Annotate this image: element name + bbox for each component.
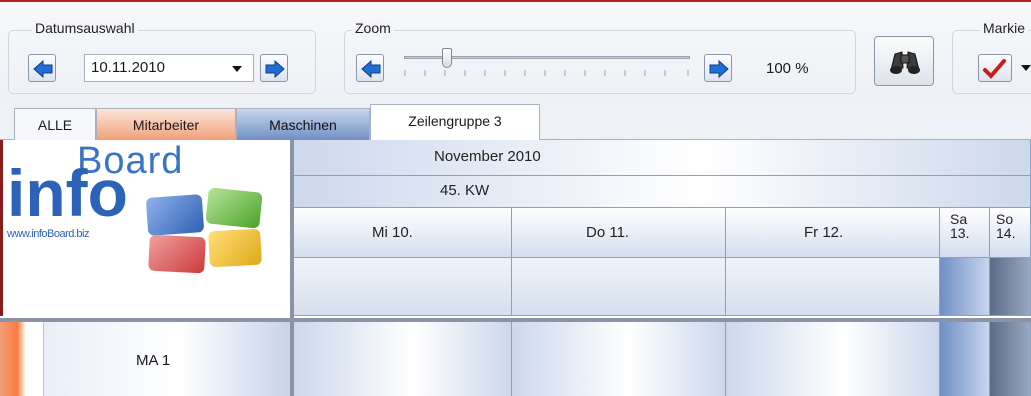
logo-tile-red [148, 234, 206, 274]
day-label: So 14. [996, 211, 1016, 241]
cell-so-14[interactable] [990, 322, 1031, 396]
week-band: 45. KW [294, 176, 1031, 208]
binoculars-icon [890, 51, 920, 74]
day-header-so-14[interactable]: So 14. [990, 208, 1031, 258]
week-label: 45. KW [440, 182, 490, 199]
logo-word-info: info [7, 156, 128, 230]
cell-do-11[interactable] [512, 322, 726, 396]
zoom-slider-thumb[interactable] [441, 48, 452, 68]
day-header-sa-13[interactable]: Sa 13. [940, 208, 990, 258]
month-label: November 2010 [434, 148, 541, 165]
zoom-out-button[interactable] [356, 54, 384, 82]
arrow-right-icon [265, 59, 285, 79]
zoom-slider[interactable] [398, 44, 694, 88]
day-subheader-sa-13 [940, 258, 990, 316]
next-date-button[interactable] [260, 54, 288, 82]
mark-label: Markie [980, 20, 1029, 36]
logo-panel: Board info www.infoBoard.biz [0, 140, 290, 316]
day-subheader-so-14 [990, 258, 1031, 316]
zoom-percent: 100 % [766, 60, 809, 77]
logo-tile-green [205, 187, 263, 229]
day-label: Do 11. [586, 224, 630, 241]
month-band: November 2010 [294, 140, 1031, 176]
day-header-mi-10[interactable]: Mi 10. [294, 208, 512, 258]
dropdown-arrow-icon[interactable] [231, 65, 243, 73]
previous-date-button[interactable] [28, 54, 56, 82]
calendar-header: November 2010 45. KW Mi 10. Do 11. Fr 12… [290, 140, 1031, 320]
row-cells [290, 322, 1031, 396]
logo-tile-yellow [208, 228, 262, 268]
dropdown-arrow-icon[interactable] [1020, 64, 1031, 72]
date-selection-label: Datumsauswahl [32, 20, 138, 36]
tab-maschinen[interactable]: Maschinen [236, 108, 370, 140]
tab-alle[interactable]: ALLE [14, 108, 96, 140]
mark-button[interactable] [978, 54, 1012, 82]
day-label: Sa 13. [950, 211, 970, 241]
day-subheader-mi-10 [294, 258, 512, 316]
logo-url: www.infoBoard.biz [7, 228, 90, 240]
day-subheader-fr-12 [726, 258, 940, 316]
row-header-ma-1[interactable]: MA 1 [44, 322, 290, 396]
zoom-in-button[interactable] [704, 54, 732, 82]
day-subheader-do-11 [512, 258, 726, 316]
date-value: 10.11.2010 [91, 59, 165, 76]
cell-mi-10[interactable] [294, 322, 512, 396]
logo-tile-blue [145, 194, 205, 236]
arrow-left-icon [33, 59, 53, 79]
arrow-left-icon [361, 59, 381, 79]
day-header-fr-12[interactable]: Fr 12. [726, 208, 940, 258]
zoom-label: Zoom [352, 20, 394, 36]
zoom-slider-ticks [404, 70, 689, 76]
tab-mitarbeiter[interactable]: Mitarbeiter [96, 108, 236, 140]
row-label: MA 1 [136, 352, 171, 369]
day-label: Mi 10. [372, 224, 413, 241]
tab-zeilengruppe-3[interactable]: Zeilengruppe 3 [370, 104, 540, 142]
date-picker[interactable]: 10.11.2010 [84, 54, 254, 82]
row-marker [0, 322, 44, 396]
day-label: Fr 12. [804, 224, 844, 241]
cell-sa-13[interactable] [940, 322, 990, 396]
arrow-right-icon [709, 59, 729, 79]
cell-fr-12[interactable] [726, 322, 940, 396]
search-button[interactable] [874, 36, 934, 86]
day-header-do-11[interactable]: Do 11. [512, 208, 726, 258]
checkmark-icon [983, 59, 1006, 79]
